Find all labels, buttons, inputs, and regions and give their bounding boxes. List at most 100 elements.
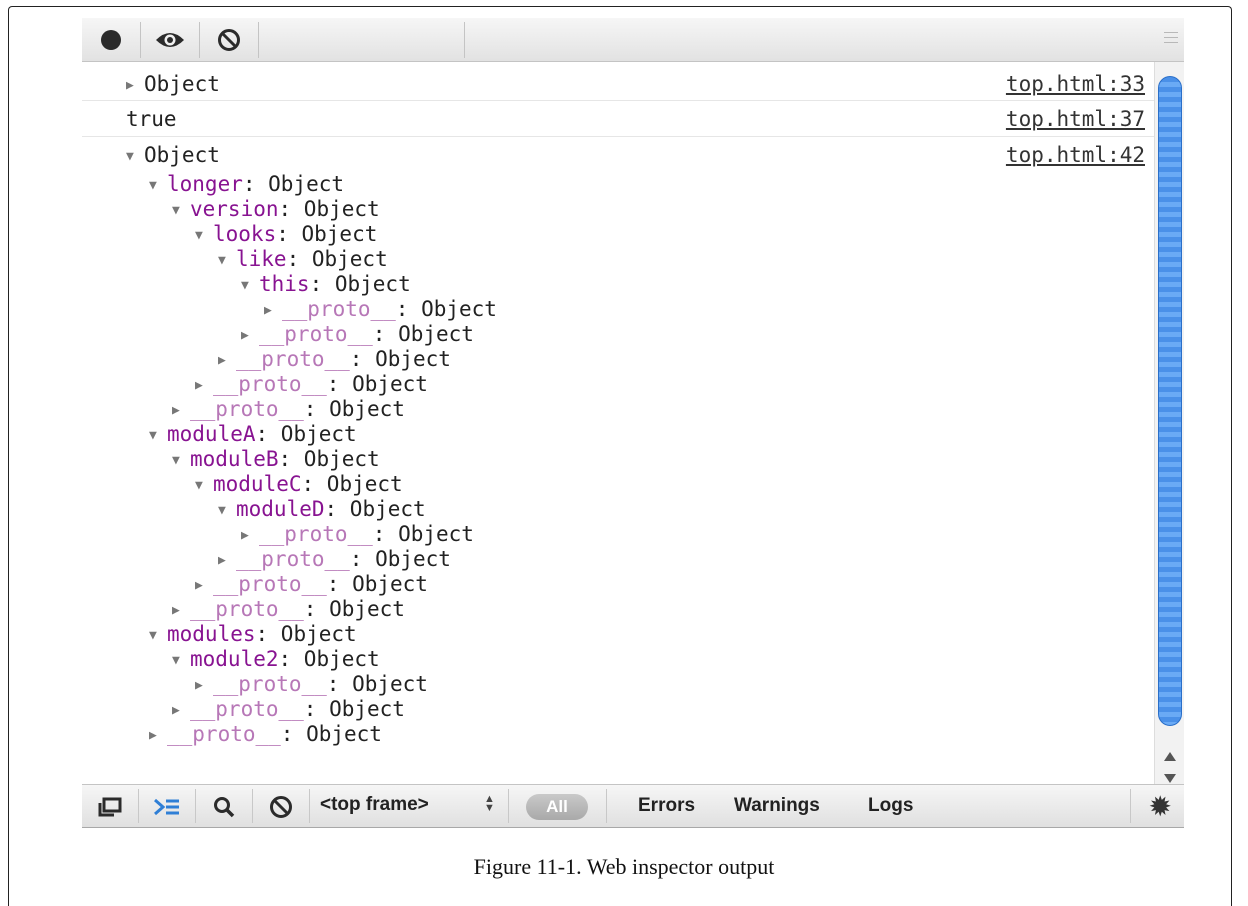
expand-triangle-icon[interactable]: ▶ — [195, 573, 213, 598]
property-key: moduleB — [190, 447, 279, 471]
vertical-scrollbar[interactable] — [1154, 62, 1184, 784]
scrollbar-thumb[interactable] — [1158, 76, 1182, 726]
console-toggle-button[interactable] — [139, 785, 195, 828]
gear-icon[interactable]: ✹ — [1149, 793, 1172, 821]
menu-icon[interactable] — [1164, 32, 1178, 44]
tree-node[interactable]: ▶ __proto__: Object — [172, 397, 405, 422]
collapse-triangle-icon[interactable]: ▼ — [241, 273, 259, 298]
tree-node[interactable]: ▶ __proto__: Object — [195, 372, 428, 397]
tree-node[interactable]: ▶ __proto__: Object — [195, 672, 428, 697]
collapse-triangle-icon[interactable]: ▼ — [149, 423, 167, 448]
property-key: __proto__ — [213, 672, 327, 696]
filter-all-button[interactable]: All — [526, 794, 588, 820]
scroll-down-arrow-icon[interactable] — [1164, 774, 1176, 783]
tree-node[interactable]: ▶ __proto__: Object — [172, 697, 405, 722]
clear-console-button[interactable] — [253, 785, 309, 828]
expand-triangle-icon[interactable]: ▶ — [195, 373, 213, 398]
property-value: : Object — [372, 322, 474, 346]
record-button[interactable] — [82, 18, 140, 61]
expand-triangle-icon[interactable]: ▶ — [241, 523, 259, 548]
property-value: : Object — [309, 272, 411, 296]
tree-node[interactable]: ▼ moduleC: Object — [195, 472, 403, 497]
collapse-triangle-icon[interactable]: ▼ — [172, 448, 190, 473]
tree-node[interactable]: ▼ module2: Object — [172, 647, 380, 672]
select-arrows-icon[interactable]: ▲ ▼ — [484, 794, 495, 814]
expand-triangle-icon[interactable]: ▶ — [218, 548, 236, 573]
expand-triangle-icon[interactable]: ▶ — [172, 398, 190, 423]
source-link[interactable]: top.html:37 — [1006, 107, 1145, 131]
property-key: this — [259, 272, 310, 296]
property-key: __proto__ — [259, 322, 373, 346]
console-message[interactable]: ▶ Object top.html:33 — [82, 66, 1154, 101]
tree-node[interactable]: ▼ like: Object — [218, 247, 388, 272]
collapse-triangle-icon[interactable]: ▼ — [126, 149, 144, 164]
tree-node[interactable]: ▶ __proto__: Object — [264, 297, 497, 322]
collapse-triangle-icon[interactable]: ▼ — [218, 248, 236, 273]
collapse-triangle-icon[interactable]: ▼ — [195, 473, 213, 498]
collapse-triangle-icon[interactable]: ▼ — [149, 173, 167, 198]
property-value: : Object — [326, 572, 428, 596]
tree-node[interactable]: ▼ version: Object — [172, 197, 380, 222]
property-value: : Object — [242, 172, 345, 196]
frame-select[interactable]: <top frame> — [320, 794, 429, 816]
tree-node[interactable]: ▼ looks: Object — [195, 222, 377, 247]
scroll-up-arrow-icon[interactable] — [1164, 752, 1176, 761]
property-value: : Object — [326, 372, 428, 396]
property-key: moduleC — [213, 472, 302, 496]
collapse-triangle-icon[interactable]: ▼ — [218, 498, 236, 523]
expand-triangle-icon[interactable]: ▶ — [241, 323, 259, 348]
collapse-triangle-icon[interactable]: ▼ — [195, 223, 213, 248]
eye-icon — [156, 32, 184, 47]
property-key: __proto__ — [259, 522, 373, 546]
expand-triangle-icon[interactable]: ▶ — [172, 598, 190, 623]
tree-node[interactable]: ▶ __proto__: Object — [149, 722, 382, 747]
tree-node[interactable]: ▶ __proto__: Object — [195, 572, 428, 597]
tree-node[interactable]: ▼ this: Object — [241, 272, 411, 297]
property-key: __proto__ — [282, 297, 396, 321]
expand-triangle-icon[interactable]: ▶ — [264, 298, 282, 323]
collapse-triangle-icon[interactable]: ▼ — [149, 623, 167, 648]
console-panel: ▶ Object top.html:33 true top.html:37 ▼ Ob… — [82, 62, 1154, 827]
expand-triangle-icon[interactable]: ▶ — [218, 348, 236, 373]
console-message[interactable]: ▼ Object top.html:42 — [82, 137, 1154, 171]
dock-button[interactable] — [82, 785, 138, 828]
property-key: __proto__ — [190, 597, 304, 621]
tree-node[interactable]: ▶ __proto__: Object — [172, 597, 405, 622]
tree-node[interactable]: ▼ moduleB: Object — [172, 447, 380, 472]
expand-triangle-icon[interactable]: ▶ — [126, 78, 144, 93]
source-link[interactable]: top.html:42 — [1006, 143, 1145, 167]
top-toolbar — [82, 18, 1184, 62]
property-key: __proto__ — [213, 372, 327, 396]
property-key: like — [236, 247, 287, 271]
collapse-triangle-icon[interactable]: ▼ — [172, 648, 190, 673]
expand-triangle-icon[interactable]: ▶ — [195, 673, 213, 698]
expand-triangle-icon[interactable]: ▶ — [172, 698, 190, 723]
property-key: __proto__ — [236, 547, 350, 571]
tree-node[interactable]: ▼ longer: Object — [149, 172, 344, 197]
property-key: __proto__ — [236, 347, 350, 371]
tree-node[interactable]: ▶ __proto__: Object — [218, 347, 451, 372]
clear-button[interactable] — [200, 18, 258, 61]
tree-node[interactable]: ▼ moduleA: Object — [149, 422, 357, 447]
tree-node[interactable]: ▶ __proto__: Object — [241, 522, 474, 547]
property-value: : Object — [326, 672, 428, 696]
property-value: : Object — [349, 547, 451, 571]
property-value: : Object — [349, 347, 451, 371]
property-key: __proto__ — [190, 397, 304, 421]
tree-node[interactable]: ▶ __proto__: Object — [241, 322, 474, 347]
search-button[interactable] — [196, 785, 252, 828]
property-key: looks — [213, 222, 277, 246]
filter-logs[interactable]: Logs — [868, 795, 913, 817]
property-value: : Object — [286, 247, 388, 271]
property-value: : Object — [372, 522, 474, 546]
tree-node[interactable]: ▶ __proto__: Object — [218, 547, 451, 572]
tree-node[interactable]: ▼ moduleD: Object — [218, 497, 426, 522]
tree-node[interactable]: ▼ modules: Object — [149, 622, 357, 647]
expand-triangle-icon[interactable]: ▶ — [149, 723, 167, 748]
filter-errors[interactable]: Errors — [638, 795, 695, 817]
source-link[interactable]: top.html:33 — [1006, 72, 1145, 96]
eye-button[interactable] — [141, 18, 199, 61]
web-inspector: ▶ Object top.html:33 true top.html:37 ▼ Ob… — [82, 18, 1184, 828]
filter-warnings[interactable]: Warnings — [734, 795, 820, 817]
collapse-triangle-icon[interactable]: ▼ — [172, 198, 190, 223]
